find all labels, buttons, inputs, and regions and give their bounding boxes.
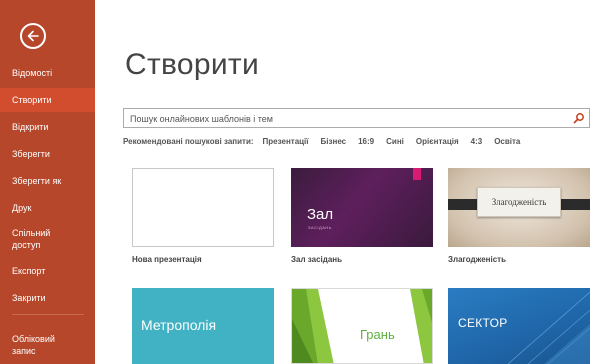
suggested-link-16-9[interactable]: 16:9 (358, 137, 374, 146)
thumb-subtitle: ЗАСІДАНЬ (308, 225, 332, 230)
thumb-title: СЕКТОР (458, 316, 508, 330)
suggested-link-blue[interactable]: Сині (386, 137, 404, 146)
sidebar-item-account[interactable]: Обліковий запис (0, 332, 70, 358)
suggested-searches-label: Рекомендовані пошукові запити: (123, 137, 254, 146)
search-icon[interactable] (573, 112, 585, 124)
back-arrow-icon (27, 30, 39, 42)
suggested-link-business[interactable]: Бізнес (321, 137, 347, 146)
template-label-blank: Нова презентація (132, 255, 202, 264)
backstage-sidebar: Відомості Створити Відкрити Зберегти Збе… (0, 0, 95, 364)
suggested-searches: Рекомендовані пошукові запити: Презентац… (123, 137, 532, 146)
sidebar-item-print[interactable]: Друк (0, 200, 95, 216)
back-button[interactable] (20, 23, 46, 49)
sidebar-item-info[interactable]: Відомості (0, 65, 95, 81)
suggested-link-education[interactable]: Освіта (494, 137, 520, 146)
template-label-harmony: Злагодженість (448, 255, 506, 264)
template-thumb-blank[interactable] (132, 168, 274, 247)
template-search-box[interactable] (123, 108, 590, 128)
sidebar-item-save-as[interactable]: Зберегти як (0, 173, 95, 189)
sidebar-item-export[interactable]: Експорт (0, 263, 95, 279)
sidebar-item-share[interactable]: Спільний доступ (0, 226, 60, 252)
template-thumb-facet[interactable]: Грань (291, 288, 433, 364)
sidebar-item-new[interactable]: Створити (0, 88, 95, 112)
template-thumb-sector[interactable]: СЕКТОР (448, 288, 590, 364)
thumb-title: Зал (307, 206, 334, 223)
suggested-link-4-3[interactable]: 4:3 (471, 137, 483, 146)
template-thumb-boardroom[interactable]: Зал ЗАСІДАНЬ (291, 168, 433, 247)
thumb-title: Метрополія (141, 317, 217, 333)
thumb-title-card: Злагодженість (477, 187, 561, 217)
template-thumb-metropolis[interactable]: Метрополія (132, 288, 274, 364)
thumb-title: Грань (360, 327, 395, 342)
sidebar-item-open[interactable]: Відкрити (0, 119, 95, 135)
suggested-link-orientation[interactable]: Орієнтація (416, 137, 459, 146)
sidebar-item-save[interactable]: Зберегти (0, 146, 95, 162)
page-title: Створити (125, 48, 260, 81)
new-presentation-pane: Створити Рекомендовані пошукові запити: … (95, 0, 594, 364)
sidebar-divider (12, 314, 84, 315)
template-label-boardroom: Зал засідань (291, 255, 343, 264)
suggested-link-presentations[interactable]: Презентації (263, 137, 309, 146)
template-thumb-harmony[interactable]: Злагодженість (448, 168, 590, 247)
accent-tab (413, 168, 421, 180)
sidebar-item-close[interactable]: Закрити (0, 290, 95, 306)
template-search-input[interactable] (124, 110, 564, 128)
